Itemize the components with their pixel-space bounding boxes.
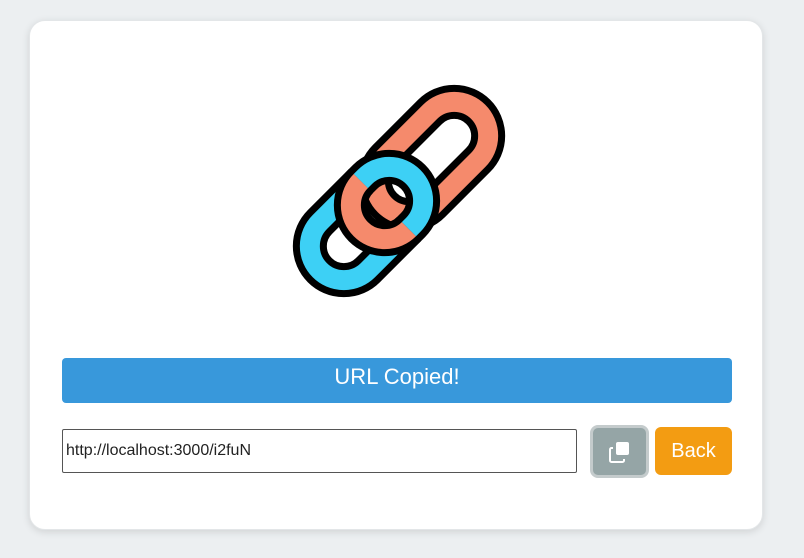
shortener-card: URL Copied! Back — [29, 20, 763, 530]
copy-icon — [608, 441, 629, 463]
copy-button[interactable] — [590, 425, 649, 478]
copied-banner: URL Copied! — [62, 358, 732, 403]
chain-link-icon — [274, 66, 524, 316]
short-url-field[interactable] — [62, 429, 577, 473]
back-button[interactable]: Back — [655, 427, 732, 475]
